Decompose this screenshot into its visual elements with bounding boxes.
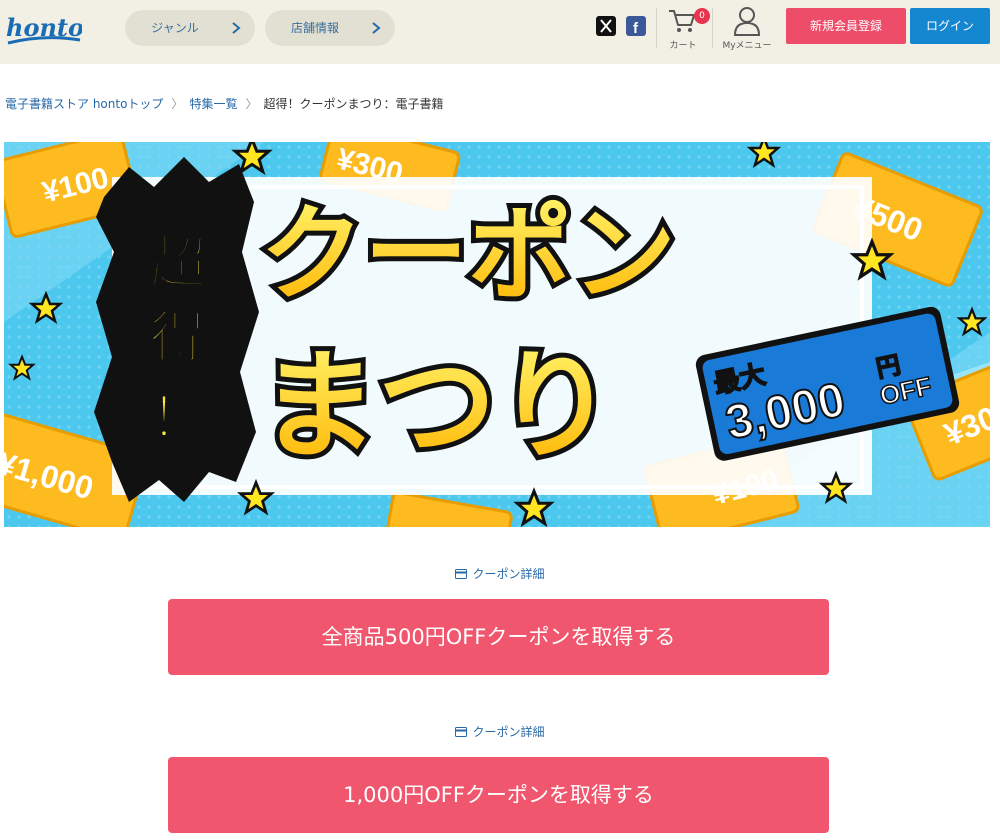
credit-card-icon — [455, 727, 468, 737]
breadcrumb-separator: 〉 — [245, 97, 258, 111]
breadcrumb-link-features[interactable]: 特集一覧 — [189, 97, 237, 111]
cart-label: カート — [669, 41, 697, 51]
chevron-right-icon — [232, 22, 241, 34]
campaign-banner: ¥100 ¥300 ¥500 ¥1,000 ¥300 ¥100 超 — [4, 142, 990, 527]
register-button[interactable]: 新規会員登録 — [786, 8, 906, 44]
coupon-detail-link-2[interactable]: クーポン詳細 — [0, 723, 1000, 740]
x-twitter-icon[interactable] — [596, 16, 616, 36]
breadcrumb-current: 超得！クーポンまつり：電子書籍 — [263, 97, 444, 111]
breadcrumb-link-top[interactable]: 電子書籍ストア hontoトップ — [5, 97, 163, 111]
svg-text:得: 得 — [150, 306, 206, 371]
login-button[interactable]: ログイン — [910, 8, 990, 44]
user-icon — [733, 7, 761, 36]
cart-count-badge: 0 — [694, 8, 710, 24]
honto-logo[interactable]: honto — [4, 10, 82, 50]
divider — [656, 8, 657, 48]
title-line1: クーポン — [260, 193, 676, 315]
banner-artwork: ¥100 ¥300 ¥500 ¥1,000 ¥300 ¥100 超 — [4, 142, 990, 527]
svg-text:f: f — [633, 20, 639, 36]
credit-card-icon — [455, 569, 468, 579]
site-header: honto ジャンル 店舗情報 f 0 カート Myメニュー 新規会員登録 ログ… — [0, 0, 1000, 64]
coupon-detail-label: クーポン詳細 — [472, 567, 545, 581]
mymenu-button[interactable]: Myメニュー — [722, 6, 772, 51]
chevron-right-icon — [372, 22, 381, 34]
breadcrumb: 電子書籍ストア hontoトップ〉特集一覧〉超得！クーポンまつり：電子書籍 — [5, 95, 443, 112]
breadcrumb-separator: 〉 — [171, 97, 184, 111]
cart-icon — [669, 10, 695, 32]
nav-genre-label: ジャンル — [151, 21, 199, 35]
nav-genre-button[interactable]: ジャンル — [125, 10, 255, 46]
divider — [712, 8, 713, 48]
mymenu-label: Myメニュー — [722, 41, 772, 51]
title-line2: まつり — [260, 337, 614, 475]
cart-button[interactable]: 0 カート — [666, 6, 710, 51]
coupon-detail-link-1[interactable]: クーポン詳細 — [0, 565, 1000, 582]
badge-text: 超 得 ！ — [149, 230, 208, 452]
svg-text:！: ！ — [150, 386, 206, 451]
get-coupon-500-button[interactable]: 全商品500円OFFクーポンを取得する — [168, 599, 829, 675]
facebook-icon[interactable]: f — [626, 16, 646, 36]
get-coupon-1000-button[interactable]: 1,000円OFFクーポンを取得する — [168, 757, 829, 833]
svg-text:超: 超 — [150, 231, 207, 296]
nav-store-info-label: 店舗情報 — [290, 21, 339, 35]
coupon-detail-label: クーポン詳細 — [472, 725, 545, 739]
nav-store-info-button[interactable]: 店舗情報 — [265, 10, 395, 46]
